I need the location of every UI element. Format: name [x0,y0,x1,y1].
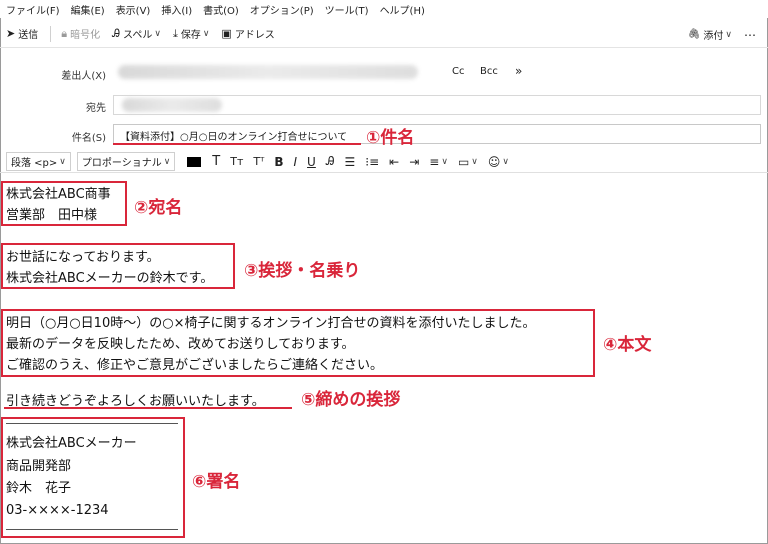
text-color-button[interactable] [187,156,202,167]
closing-underline [4,407,292,409]
address-button[interactable]: ▣ アドレス [221,26,274,41]
encrypt-label: 暗号化 [70,30,101,41]
send-label: 送信 [18,30,39,41]
menu-bar: ファイル(F) 編集(E) 表示(V) 挿入(I) 書式(O) オプション(P)… [0,0,768,18]
numbered-list-icon[interactable]: ⁝≡ [365,155,379,169]
bold-icon[interactable]: B [274,155,283,169]
indent-icon[interactable]: ⇥ [409,155,419,169]
annotation-main: ④本文 [603,335,652,355]
annotation-addressee: ②宛名 [134,198,183,218]
menu-tools[interactable]: ツール(T) [325,2,369,17]
chevron-down-icon[interactable]: ∨ [154,29,161,39]
from-value-redacted[interactable] [118,65,418,79]
paperclip-icon: 🖇︎ [687,29,701,40]
more-icon[interactable]: ⋯ [744,28,756,42]
spell-label: スペル [123,30,153,41]
lock-icon: 🔒︎ [61,26,68,40]
addressee-highlight-box [1,181,127,226]
annotation-closing: ⑤締めの挨拶 [301,390,401,410]
chevron-down-icon[interactable]: ∨ [725,30,732,40]
menu-options[interactable]: オプション(P) [250,2,314,17]
encrypt-button[interactable]: 🔒︎ 暗号化 [61,26,101,42]
clear-format-icon[interactable]: Ꭿ [326,154,335,169]
attach-button[interactable]: 🖇︎ 添付 ∨ ⋯ [687,27,756,43]
bcc-button[interactable]: Bcc [480,66,498,77]
paragraph-value: 段落 <p> [11,158,58,169]
menu-format[interactable]: 書式(O) [203,2,239,17]
save-button[interactable]: ⤓ 保存 ∨ [172,26,210,42]
toolbar-divider [50,25,52,42]
spellcheck-icon: Ꭿ [112,26,121,40]
greeting-highlight-box [1,243,235,289]
subject-underline [113,143,361,145]
more-fields-button[interactable]: » [515,64,522,78]
to-value-redacted [122,98,222,112]
toolbar: ➤ 送信 🔒︎ 暗号化 Ꭿ スペル ∨ ⤓ 保存 ∨ ▣ アドレス [0,20,768,48]
chevron-down-icon[interactable]: ∨ [203,29,210,39]
outdent-icon[interactable]: ⇤ [389,155,399,169]
font-size-small-icon[interactable]: Tᴛ [230,155,243,168]
font-size-large-icon[interactable]: Tᵀ [253,155,264,168]
send-icon: ➤ [6,27,16,40]
menu-help[interactable]: ヘルプ(H) [380,2,425,17]
font-select[interactable]: プロポーショナル ∨ [76,152,176,171]
format-bar: 段落 <p> ∨ プロポーショナル ∨ T Tᴛ Tᵀ B I U Ꭿ ☰ ⁝≡… [0,151,768,173]
font-size-decrease-icon[interactable]: T [212,154,220,169]
signature-highlight-box [1,417,185,538]
address-label: アドレス [234,30,275,41]
bullet-list-icon[interactable]: ☰ [345,155,356,169]
italic-icon[interactable]: I [294,155,298,169]
menu-insert[interactable]: 挿入(I) [161,2,192,17]
annotation-subject: ①件名 [366,128,415,148]
chevron-down-icon: ∨ [163,156,171,167]
menu-view[interactable]: 表示(V) [116,2,151,17]
insert-image-icon[interactable]: ▭ ∨ [458,155,478,169]
menu-edit[interactable]: 編集(E) [71,2,105,17]
save-label: 保存 [180,30,201,41]
main-highlight-box [1,309,595,377]
annotation-greeting: ③挨拶・名乗り [244,261,361,281]
from-label: 差出人(X) [61,71,106,82]
paragraph-select[interactable]: 段落 <p> ∨ [6,152,71,171]
annotation-signature: ⑥署名 [192,472,241,492]
subject-label: 件名(S) [71,133,106,144]
spell-button[interactable]: Ꭿ スペル ∨ [112,26,161,42]
font-value: プロポーショナル [81,158,162,169]
to-label: 宛先 [86,103,106,114]
cc-button[interactable]: Cc [452,66,464,77]
emoji-icon[interactable]: ☺ ∨ [488,155,509,169]
subject-input[interactable]: 【資料添付】○月○日のオンライン打合せについて [113,124,761,144]
align-icon[interactable]: ≡ ∨ [429,155,448,169]
address-book-icon: ▣ [221,27,232,40]
download-icon: ⤓ [172,26,178,40]
underline-icon[interactable]: U [307,155,316,169]
attach-label: 添付 [703,31,724,42]
menu-file[interactable]: ファイル(F) [6,2,60,17]
send-button[interactable]: ➤ 送信 [6,26,38,41]
chevron-down-icon: ∨ [59,156,66,167]
